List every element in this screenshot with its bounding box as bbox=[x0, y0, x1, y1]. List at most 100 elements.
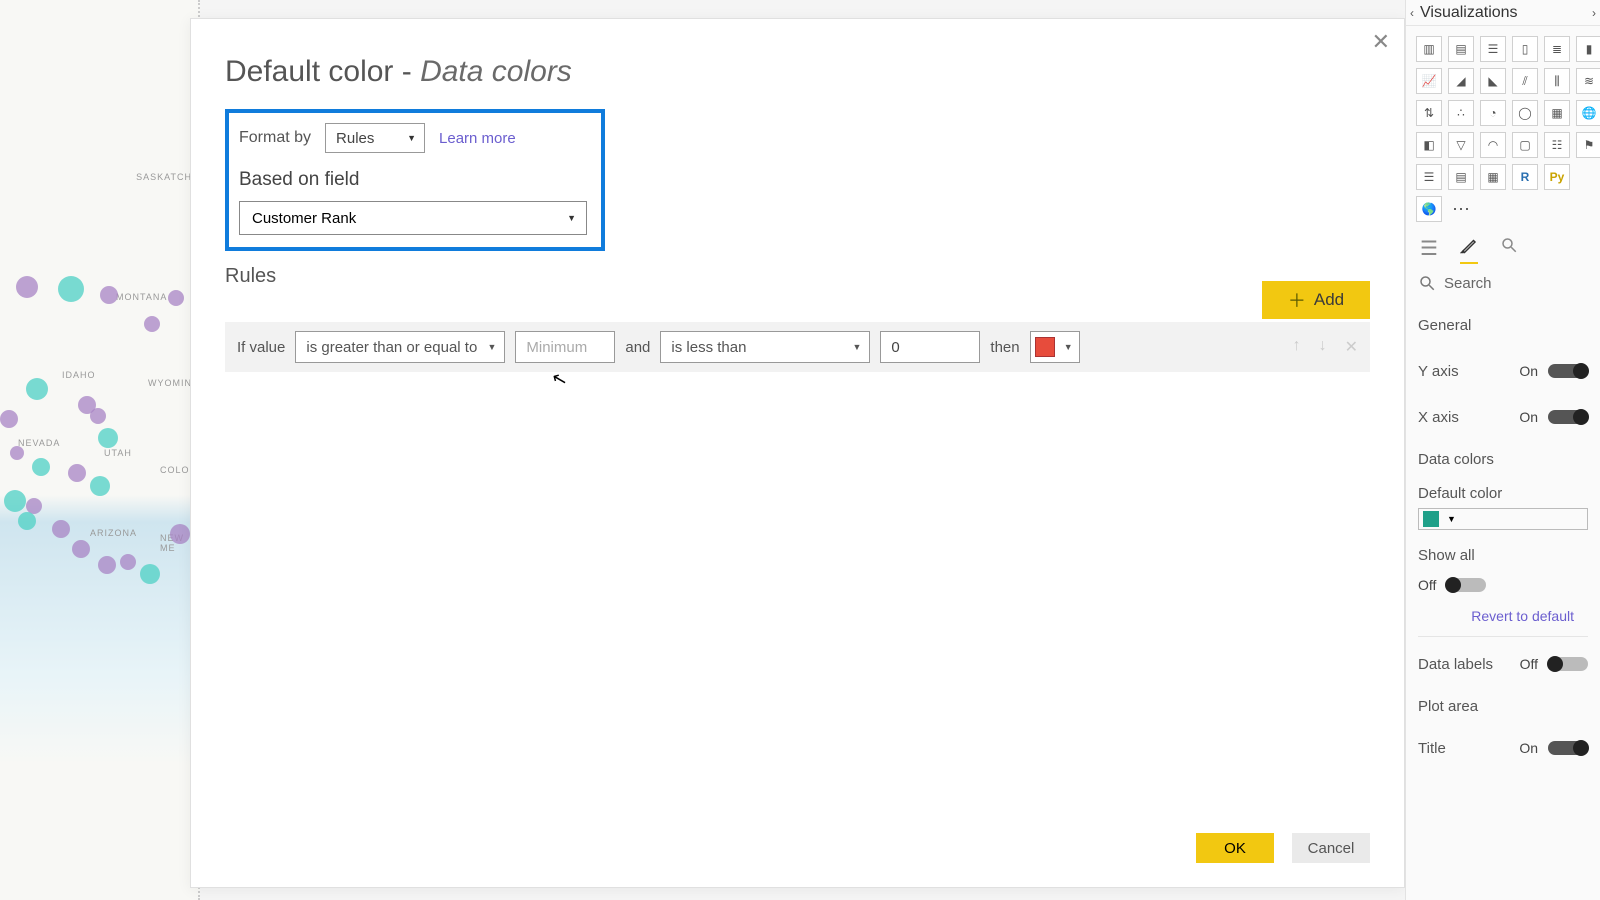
viz-scatter-icon[interactable]: ∴ bbox=[1448, 100, 1474, 126]
cancel-button[interactable]: Cancel bbox=[1292, 833, 1370, 863]
viz-python-icon[interactable]: Py bbox=[1544, 164, 1570, 190]
viz-kpi-icon[interactable]: ⚑ bbox=[1576, 132, 1600, 158]
map-bubble bbox=[32, 458, 50, 476]
rule-op2-select[interactable]: is less than bbox=[660, 331, 870, 363]
prop-plot-area[interactable]: Plot area bbox=[1418, 687, 1588, 725]
collapse-pane-icon[interactable]: ‹ bbox=[1410, 6, 1414, 20]
viz-stacked-bar-icon[interactable]: ▥ bbox=[1416, 36, 1442, 62]
search-placeholder: Search bbox=[1444, 275, 1492, 292]
viz-matrix-icon[interactable]: ▦ bbox=[1480, 164, 1506, 190]
rule-color-swatch bbox=[1035, 337, 1055, 357]
viz-filled-map-icon[interactable]: ◧ bbox=[1416, 132, 1442, 158]
viz-pie-icon[interactable]: ◔ bbox=[1480, 100, 1506, 126]
viz-r-icon[interactable]: R bbox=[1512, 164, 1538, 190]
revert-to-default-link[interactable]: Revert to default bbox=[1418, 600, 1588, 632]
toggle-y-axis[interactable] bbox=[1548, 364, 1588, 378]
expand-pane-icon[interactable]: › bbox=[1592, 6, 1596, 20]
prop-show-all-label: Show all bbox=[1418, 547, 1475, 564]
viz-slicer-icon[interactable]: ☰ bbox=[1416, 164, 1442, 190]
viz-waterfall-icon[interactable]: ⇅ bbox=[1416, 100, 1442, 126]
prop-data-labels[interactable]: Data labels Off bbox=[1418, 641, 1588, 687]
learn-more-link[interactable]: Learn more bbox=[439, 130, 516, 147]
map-label: MONTANA bbox=[116, 292, 167, 302]
map-bubble bbox=[0, 410, 18, 428]
prop-default-color: Default color bbox=[1418, 478, 1588, 508]
viz-clustered-bar-icon[interactable]: ☰ bbox=[1480, 36, 1506, 62]
viz-gauge-icon[interactable]: ◠ bbox=[1480, 132, 1506, 158]
viz-funnel-icon[interactable]: ▽ bbox=[1448, 132, 1474, 158]
dialog-title: Default color - Data colors bbox=[225, 55, 1370, 89]
viz-100stacked-column-icon[interactable]: ▮ bbox=[1576, 36, 1600, 62]
map-bubble bbox=[16, 276, 38, 298]
map-bubble bbox=[90, 476, 110, 496]
viz-type-grid: ▥ ▤ ☰ ▯ ≣ ▮ 📈 ◢ ◣ ⫽ ⫼ ≋ ⇅ ∴ ◔ ◯ ▦ 🌐 ◧ ▽ … bbox=[1406, 26, 1600, 228]
viz-more-icon[interactable]: ⋯ bbox=[1448, 196, 1474, 222]
prop-title[interactable]: Title On bbox=[1418, 725, 1588, 771]
visualizations-pane: ‹ Visualizations › ▥ ▤ ☰ ▯ ≣ ▮ 📈 ◢ ◣ ⫽ ⫼… bbox=[1405, 0, 1600, 900]
viz-arcgis-icon[interactable]: 🌎 bbox=[1416, 196, 1442, 222]
rule-val1-input[interactable] bbox=[515, 331, 615, 363]
viz-map-icon[interactable]: 🌐 bbox=[1576, 100, 1600, 126]
map-bubble bbox=[18, 512, 36, 530]
delete-rule-icon[interactable]: ✕ bbox=[1345, 337, 1358, 357]
viz-100stacked-bar-icon[interactable]: ≣ bbox=[1544, 36, 1570, 62]
viz-stacked-area-icon[interactable]: ◣ bbox=[1480, 68, 1506, 94]
map-bubble bbox=[10, 446, 24, 460]
rule-color-picker[interactable] bbox=[1030, 331, 1080, 363]
map-bubble bbox=[140, 564, 160, 584]
viz-area-icon[interactable]: ◢ bbox=[1448, 68, 1474, 94]
toggle-title[interactable] bbox=[1548, 741, 1588, 755]
toggle-x-axis[interactable] bbox=[1548, 410, 1588, 424]
map-canvas[interactable]: SASKATCH MONTANA IDAHO WYOMING NEVADA UT… bbox=[0, 0, 200, 900]
prop-x-axis[interactable]: X axis On bbox=[1418, 394, 1588, 440]
map-bubble bbox=[68, 464, 86, 482]
viz-table-icon[interactable]: ▤ bbox=[1448, 164, 1474, 190]
conditional-formatting-dialog: ✕ Default color - Data colors Format by … bbox=[190, 18, 1405, 888]
viz-clustered-column-icon[interactable]: ▯ bbox=[1512, 36, 1538, 62]
plus-icon: ＋ bbox=[1288, 287, 1306, 313]
based-on-field-select[interactable]: Customer Rank bbox=[239, 201, 587, 235]
move-down-icon[interactable]: ↓ bbox=[1319, 337, 1327, 357]
toggle-data-labels[interactable] bbox=[1548, 657, 1588, 671]
search-row[interactable]: Search bbox=[1406, 268, 1600, 298]
prop-data-labels-label: Data labels bbox=[1418, 656, 1493, 673]
title-context: Data colors bbox=[420, 55, 572, 88]
analytics-tab-icon[interactable] bbox=[1500, 236, 1518, 264]
viz-treemap-icon[interactable]: ▦ bbox=[1544, 100, 1570, 126]
viz-stacked-column-icon[interactable]: ▤ bbox=[1448, 36, 1474, 62]
search-icon bbox=[1418, 274, 1436, 292]
move-up-icon[interactable]: ↑ bbox=[1293, 337, 1301, 357]
prop-general[interactable]: General bbox=[1418, 302, 1588, 348]
prop-y-axis[interactable]: Y axis On bbox=[1418, 348, 1588, 394]
default-color-picker[interactable] bbox=[1418, 508, 1588, 530]
on-label: On bbox=[1519, 740, 1538, 756]
viz-line-icon[interactable]: 📈 bbox=[1416, 68, 1442, 94]
rule-val2-input[interactable] bbox=[880, 331, 980, 363]
viz-donut-icon[interactable]: ◯ bbox=[1512, 100, 1538, 126]
viz-line-column-icon[interactable]: ⫽ bbox=[1512, 68, 1538, 94]
map-label: UTAH bbox=[104, 448, 132, 458]
fields-tab-icon[interactable]: ☰ bbox=[1420, 236, 1438, 264]
prop-data-colors[interactable]: Data colors bbox=[1418, 440, 1588, 478]
prop-plot-area-label: Plot area bbox=[1418, 698, 1478, 715]
format-tab-icon[interactable] bbox=[1460, 236, 1478, 264]
format-by-select[interactable]: Rules bbox=[325, 123, 425, 153]
map-bubble bbox=[98, 428, 118, 448]
viz-ribbon-icon[interactable]: ≋ bbox=[1576, 68, 1600, 94]
viz-card-icon[interactable]: ▢ bbox=[1512, 132, 1538, 158]
off-label: Off bbox=[1418, 577, 1436, 593]
on-label: On bbox=[1519, 363, 1538, 379]
ok-button[interactable]: OK bbox=[1196, 833, 1274, 863]
rule-op1-value: is greater than or equal to bbox=[306, 339, 477, 356]
rule-op1-select[interactable]: is greater than or equal to bbox=[295, 331, 505, 363]
add-rule-button[interactable]: ＋ Add bbox=[1262, 281, 1370, 319]
viz-line-clustered-icon[interactable]: ⫼ bbox=[1544, 68, 1570, 94]
format-by-label: Format by bbox=[239, 129, 311, 147]
viz-multicard-icon[interactable]: ☷ bbox=[1544, 132, 1570, 158]
toggle-show-all[interactable] bbox=[1446, 578, 1486, 592]
close-icon[interactable]: ✕ bbox=[1372, 29, 1390, 55]
map-label: SASKATCH bbox=[136, 172, 192, 182]
prop-y-axis-label: Y axis bbox=[1418, 363, 1459, 380]
default-color-swatch bbox=[1423, 511, 1439, 527]
and-label: and bbox=[625, 339, 650, 356]
